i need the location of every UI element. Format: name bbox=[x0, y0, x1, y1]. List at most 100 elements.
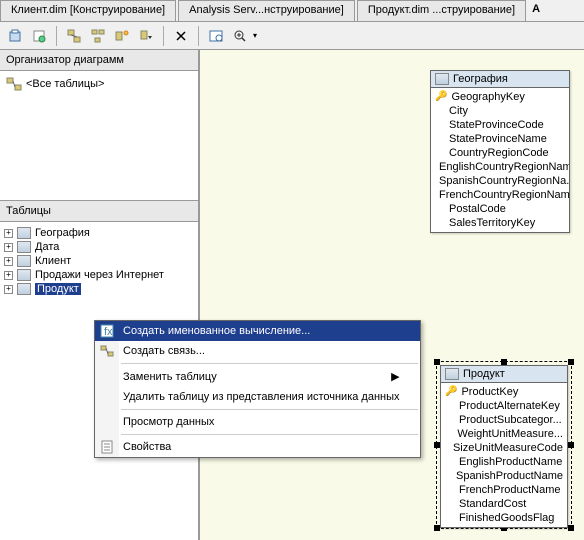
column-row[interactable]: 🔑ProductKey bbox=[441, 385, 567, 399]
properties-icon bbox=[99, 439, 115, 455]
table-icon bbox=[435, 73, 449, 85]
column-name: StateProvinceCode bbox=[449, 118, 544, 132]
table-icon bbox=[17, 283, 31, 295]
toolbar-btn-view[interactable] bbox=[205, 25, 227, 47]
column-name: ProductAlternateKey bbox=[459, 399, 560, 413]
column-row[interactable]: EnglishProductName bbox=[441, 455, 567, 469]
menu-separator bbox=[121, 434, 418, 435]
column-row[interactable]: SpanishCountryRegionNa... bbox=[431, 174, 569, 188]
menu-label: Создать связь... bbox=[123, 345, 205, 357]
toolbar-separator-2 bbox=[163, 26, 164, 46]
menu-create-named-calc[interactable]: fx Создать именованное вычисление... bbox=[95, 321, 420, 341]
menu-separator bbox=[121, 363, 418, 364]
menu-properties[interactable]: Свойства bbox=[95, 437, 420, 457]
column-row[interactable]: StandardCost bbox=[441, 497, 567, 511]
menu-create-relation[interactable]: Создать связь... bbox=[95, 341, 420, 361]
tab-analysis[interactable]: Analysis Serv...нструирование] bbox=[178, 0, 355, 21]
expand-icon[interactable]: + bbox=[4, 229, 13, 238]
column-row[interactable]: City bbox=[431, 104, 569, 118]
menu-delete-table[interactable]: Удалить таблицу из представления источни… bbox=[95, 387, 420, 407]
entity-header[interactable]: Продукт bbox=[441, 366, 567, 383]
column-row[interactable]: FrenchProductName bbox=[441, 483, 567, 497]
column-row[interactable]: 🔑GeographyKey bbox=[431, 90, 569, 104]
column-name: FinishedGoodsFlag bbox=[459, 511, 554, 525]
entity-columns: 🔑GeographyKey City StateProvinceCode Sta… bbox=[431, 88, 569, 232]
entity-title: Продукт bbox=[463, 368, 505, 380]
calc-icon: fx bbox=[99, 323, 115, 339]
dropdown-arrow-icon[interactable]: ▾ bbox=[253, 31, 257, 40]
table-icon bbox=[17, 269, 31, 281]
expand-icon[interactable]: + bbox=[4, 257, 13, 266]
svg-text:fx: fx bbox=[104, 326, 113, 338]
table-icon bbox=[17, 241, 31, 253]
context-menu: fx Создать именованное вычисление... Соз… bbox=[94, 320, 421, 458]
toolbar-btn-6[interactable] bbox=[135, 25, 157, 47]
column-row[interactable]: PostalCode bbox=[431, 202, 569, 216]
column-row[interactable]: ProductAlternateKey bbox=[441, 399, 567, 413]
toolbar-btn-2[interactable] bbox=[28, 25, 50, 47]
expand-icon[interactable]: + bbox=[4, 285, 13, 294]
table-icon bbox=[445, 368, 459, 380]
expand-icon[interactable]: + bbox=[4, 271, 13, 280]
entity-header[interactable]: География bbox=[431, 71, 569, 88]
diagram-icon bbox=[6, 77, 22, 91]
expand-icon[interactable]: + bbox=[4, 243, 13, 252]
toolbar-btn-3[interactable] bbox=[63, 25, 85, 47]
menu-label: Свойства bbox=[123, 441, 171, 453]
diagram-canvas[interactable]: География 🔑GeographyKey City StateProvin… bbox=[200, 50, 584, 540]
toolbar-btn-4[interactable] bbox=[87, 25, 109, 47]
menu-replace-table[interactable]: Заменить таблицу ▶ bbox=[95, 366, 420, 387]
tree-item-date[interactable]: +Дата bbox=[4, 240, 194, 254]
column-name: SizeUnitMeasureCode bbox=[453, 441, 563, 455]
submenu-arrow-icon: ▶ bbox=[391, 370, 399, 383]
entity-geography[interactable]: География 🔑GeographyKey City StateProvin… bbox=[430, 70, 570, 233]
tab-client[interactable]: Клиент.dim [Конструирование] bbox=[0, 0, 176, 21]
all-tables-item[interactable]: <Все таблицы> bbox=[4, 75, 194, 93]
toolbar-btn-5[interactable] bbox=[111, 25, 133, 47]
tree-label: Клиент bbox=[35, 255, 71, 267]
column-row[interactable]: SpanishProductName bbox=[441, 469, 567, 483]
column-row[interactable]: StateProvinceCode bbox=[431, 118, 569, 132]
column-row[interactable]: FinishedGoodsFlag bbox=[441, 511, 567, 525]
entity-title: География bbox=[453, 73, 508, 85]
column-row[interactable]: CountryRegionCode bbox=[431, 146, 569, 160]
column-name: SpanishProductName bbox=[456, 469, 563, 483]
tree-item-geography[interactable]: + География bbox=[4, 226, 194, 240]
menu-view-data[interactable]: Просмотр данных bbox=[95, 412, 420, 432]
column-name: ProductSubcategor... bbox=[459, 413, 562, 427]
column-row[interactable]: FrenchCountryRegionName bbox=[431, 188, 569, 202]
column-row[interactable]: EnglishCountryRegionName bbox=[431, 160, 569, 174]
column-name: FrenchProductName bbox=[459, 483, 561, 497]
organizer-header: Организатор диаграмм bbox=[0, 50, 198, 71]
toolbar-btn-1[interactable] bbox=[4, 25, 26, 47]
tree-item-client[interactable]: + Клиент bbox=[4, 254, 194, 268]
tree-item-product[interactable]: +Продукт bbox=[4, 282, 194, 296]
column-name: FrenchCountryRegionName bbox=[439, 188, 569, 202]
column-row[interactable]: SalesTerritoryKey bbox=[431, 216, 569, 230]
column-row[interactable]: ProductSubcategor... bbox=[441, 413, 567, 427]
column-name: SalesTerritoryKey bbox=[449, 216, 535, 230]
zoom-button[interactable] bbox=[229, 25, 251, 47]
delete-button[interactable] bbox=[170, 25, 192, 47]
column-name: EnglishCountryRegionName bbox=[439, 160, 569, 174]
toolbar-separator bbox=[56, 26, 57, 46]
column-row[interactable]: WeightUnitMeasure... bbox=[441, 427, 567, 441]
key-icon: 🔑 bbox=[435, 90, 447, 104]
menu-label: Заменить таблицу bbox=[123, 371, 217, 383]
column-row[interactable]: SizeUnitMeasureCode bbox=[441, 441, 567, 455]
tree-label: География bbox=[35, 227, 90, 239]
column-name: SpanishCountryRegionNa... bbox=[439, 174, 569, 188]
entity-product[interactable]: Продукт 🔑ProductKey ProductAlternateKey … bbox=[440, 365, 568, 528]
menu-separator bbox=[121, 409, 418, 410]
column-name: WeightUnitMeasure... bbox=[457, 427, 563, 441]
tab-product[interactable]: Продукт.dim ...струирование] bbox=[357, 0, 526, 21]
tables-header: Таблицы bbox=[0, 201, 198, 222]
toolbar-separator-3 bbox=[198, 26, 199, 46]
tab-overflow: A bbox=[528, 0, 544, 21]
column-row[interactable]: StateProvinceName bbox=[431, 132, 569, 146]
table-icon bbox=[17, 255, 31, 267]
tree-item-sales[interactable]: +Продажи через Интернет bbox=[4, 268, 194, 282]
menu-label: Создать именованное вычисление... bbox=[123, 325, 310, 337]
organizer-body: <Все таблицы> bbox=[0, 71, 198, 201]
document-tabs: Клиент.dim [Конструирование] Analysis Se… bbox=[0, 0, 584, 22]
